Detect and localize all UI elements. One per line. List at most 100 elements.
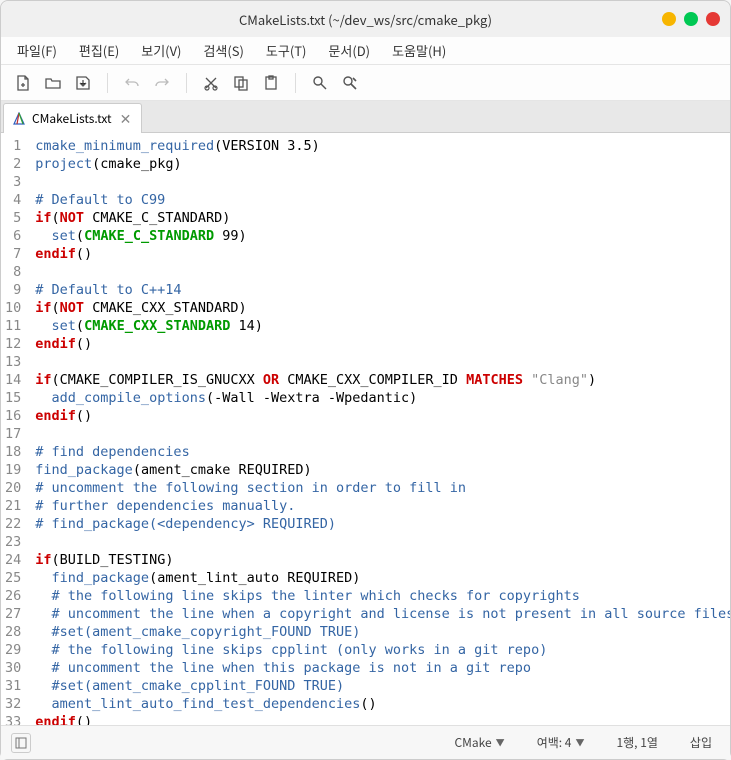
chevron-down-icon: ▼ [575,736,584,749]
menu-edit[interactable]: 편집(E) [69,39,129,62]
code-line[interactable]: set(CMAKE_C_STANDARD 99) [35,227,730,245]
code-line[interactable]: add_compile_options(-Wall -Wextra -Wpeda… [35,389,730,407]
line-number: 10 [5,299,21,317]
code-content[interactable]: cmake_minimum_required(VERSION 3.5)proje… [27,133,730,725]
code-line[interactable]: if(BUILD_TESTING) [35,551,730,569]
cursor-position: 1행, 1열 [608,734,665,751]
code-line[interactable]: #set(ament_cmake_cpplint_FOUND TRUE) [35,677,730,695]
line-number: 15 [5,389,21,407]
line-number-gutter: 1234567891011121314151617181920212223242… [1,133,27,725]
code-line[interactable]: cmake_minimum_required(VERSION 3.5) [35,137,730,155]
menu-documents[interactable]: 문서(D) [318,39,380,62]
code-line[interactable]: # uncomment the line when this package i… [35,659,730,677]
line-number: 27 [5,605,21,623]
line-number: 30 [5,659,21,677]
line-number: 2 [5,155,21,173]
line-number: 8 [5,263,21,281]
side-panel-toggle[interactable] [11,733,31,753]
line-number: 12 [5,335,21,353]
code-line[interactable]: # Default to C++14 [35,281,730,299]
menubar: 파일(F) 편집(E) 보기(V) 검색(S) 도구(T) 문서(D) 도움말(… [1,37,730,65]
cmake-file-icon [12,112,26,126]
code-line[interactable]: set(CMAKE_CXX_STANDARD 14) [35,317,730,335]
window-controls [662,12,720,26]
line-number: 24 [5,551,21,569]
line-number: 13 [5,353,21,371]
line-number: 20 [5,479,21,497]
code-line[interactable]: #set(ament_cmake_copyright_FOUND TRUE) [35,623,730,641]
code-line[interactable]: endif() [35,713,730,725]
code-line[interactable]: if(NOT CMAKE_CXX_STANDARD) [35,299,730,317]
new-file-icon[interactable] [11,71,35,95]
code-line[interactable]: endif() [35,245,730,263]
code-line[interactable] [35,425,730,443]
line-number: 16 [5,407,21,425]
open-file-icon[interactable] [41,71,65,95]
menu-file[interactable]: 파일(F) [7,39,67,62]
line-number: 7 [5,245,21,263]
line-number: 17 [5,425,21,443]
code-line[interactable]: # uncomment the line when a copyright an… [35,605,730,623]
code-line[interactable]: find_package(ament_cmake REQUIRED) [35,461,730,479]
tab-close-icon[interactable]: ✕ [118,109,134,129]
toolbar-separator [295,73,296,93]
file-tab[interactable]: CMakeLists.txt ✕ [3,103,142,133]
code-line[interactable]: if(CMAKE_COMPILER_IS_GNUCXX OR CMAKE_CXX… [35,371,730,389]
line-number: 29 [5,641,21,659]
line-number: 3 [5,173,21,191]
toolbar-separator [107,73,108,93]
find-replace-icon[interactable] [338,71,362,95]
paste-icon[interactable] [259,71,283,95]
tab-label: CMakeLists.txt [32,110,112,127]
toolbar [1,65,730,101]
undo-icon[interactable] [120,71,144,95]
search-icon[interactable] [308,71,332,95]
code-line[interactable] [35,533,730,551]
code-line[interactable] [35,173,730,191]
code-line[interactable]: find_package(ament_lint_auto REQUIRED) [35,569,730,587]
code-line[interactable] [35,353,730,371]
line-number: 21 [5,497,21,515]
line-number: 33 [5,713,21,725]
tab-width-selector[interactable]: 여백: 4 ▼ [529,734,593,751]
code-line[interactable]: endif() [35,407,730,425]
save-file-icon[interactable] [71,71,95,95]
line-number: 19 [5,461,21,479]
tabbar: CMakeLists.txt ✕ [1,101,730,133]
code-line[interactable]: # uncomment the following section in ord… [35,479,730,497]
redo-icon[interactable] [150,71,174,95]
editor-area[interactable]: 1234567891011121314151617181920212223242… [1,133,730,725]
menu-help[interactable]: 도움말(H) [382,39,456,62]
code-line[interactable]: # Default to C99 [35,191,730,209]
code-line[interactable]: # further dependencies manually. [35,497,730,515]
menu-view[interactable]: 보기(V) [131,39,191,62]
line-number: 4 [5,191,21,209]
line-number: 28 [5,623,21,641]
code-line[interactable] [35,263,730,281]
line-number: 32 [5,695,21,713]
line-number: 6 [5,227,21,245]
cut-icon[interactable] [199,71,223,95]
code-line[interactable]: # find dependencies [35,443,730,461]
code-line[interactable]: if(NOT CMAKE_C_STANDARD) [35,209,730,227]
code-line[interactable]: ament_lint_auto_find_test_dependencies() [35,695,730,713]
code-line[interactable]: # the following line skips cpplint (only… [35,641,730,659]
menu-tools[interactable]: 도구(T) [256,39,317,62]
maximize-button[interactable] [684,12,698,26]
menu-search[interactable]: 검색(S) [193,39,253,62]
code-line[interactable]: project(cmake_pkg) [35,155,730,173]
copy-icon[interactable] [229,71,253,95]
code-line[interactable]: # find_package(<dependency> REQUIRED) [35,515,730,533]
close-button[interactable] [706,12,720,26]
line-number: 23 [5,533,21,551]
insert-mode[interactable]: 삽입 [682,734,720,751]
line-number: 14 [5,371,21,389]
code-line[interactable]: # the following line skips the linter wh… [35,587,730,605]
minimize-button[interactable] [662,12,676,26]
line-number: 9 [5,281,21,299]
line-number: 1 [5,137,21,155]
code-line[interactable]: endif() [35,335,730,353]
titlebar: CMakeLists.txt (~/dev_ws/src/cmake_pkg) [1,1,730,37]
line-number: 11 [5,317,21,335]
filetype-selector[interactable]: CMake ▼ [446,734,512,751]
